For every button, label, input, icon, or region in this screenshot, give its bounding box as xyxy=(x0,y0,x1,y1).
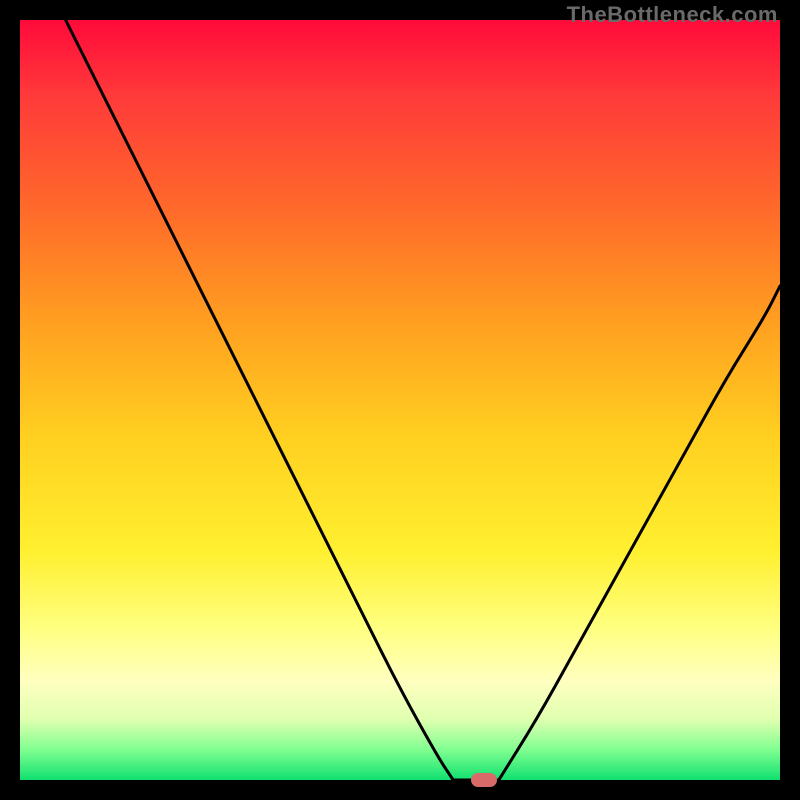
watermark-text: TheBottleneck.com xyxy=(567,2,778,28)
curve-layer xyxy=(20,20,780,780)
optimum-marker xyxy=(471,773,497,787)
plot-area xyxy=(20,20,780,780)
chart-frame: TheBottleneck.com xyxy=(0,0,800,800)
bottleneck-curve xyxy=(66,20,780,780)
